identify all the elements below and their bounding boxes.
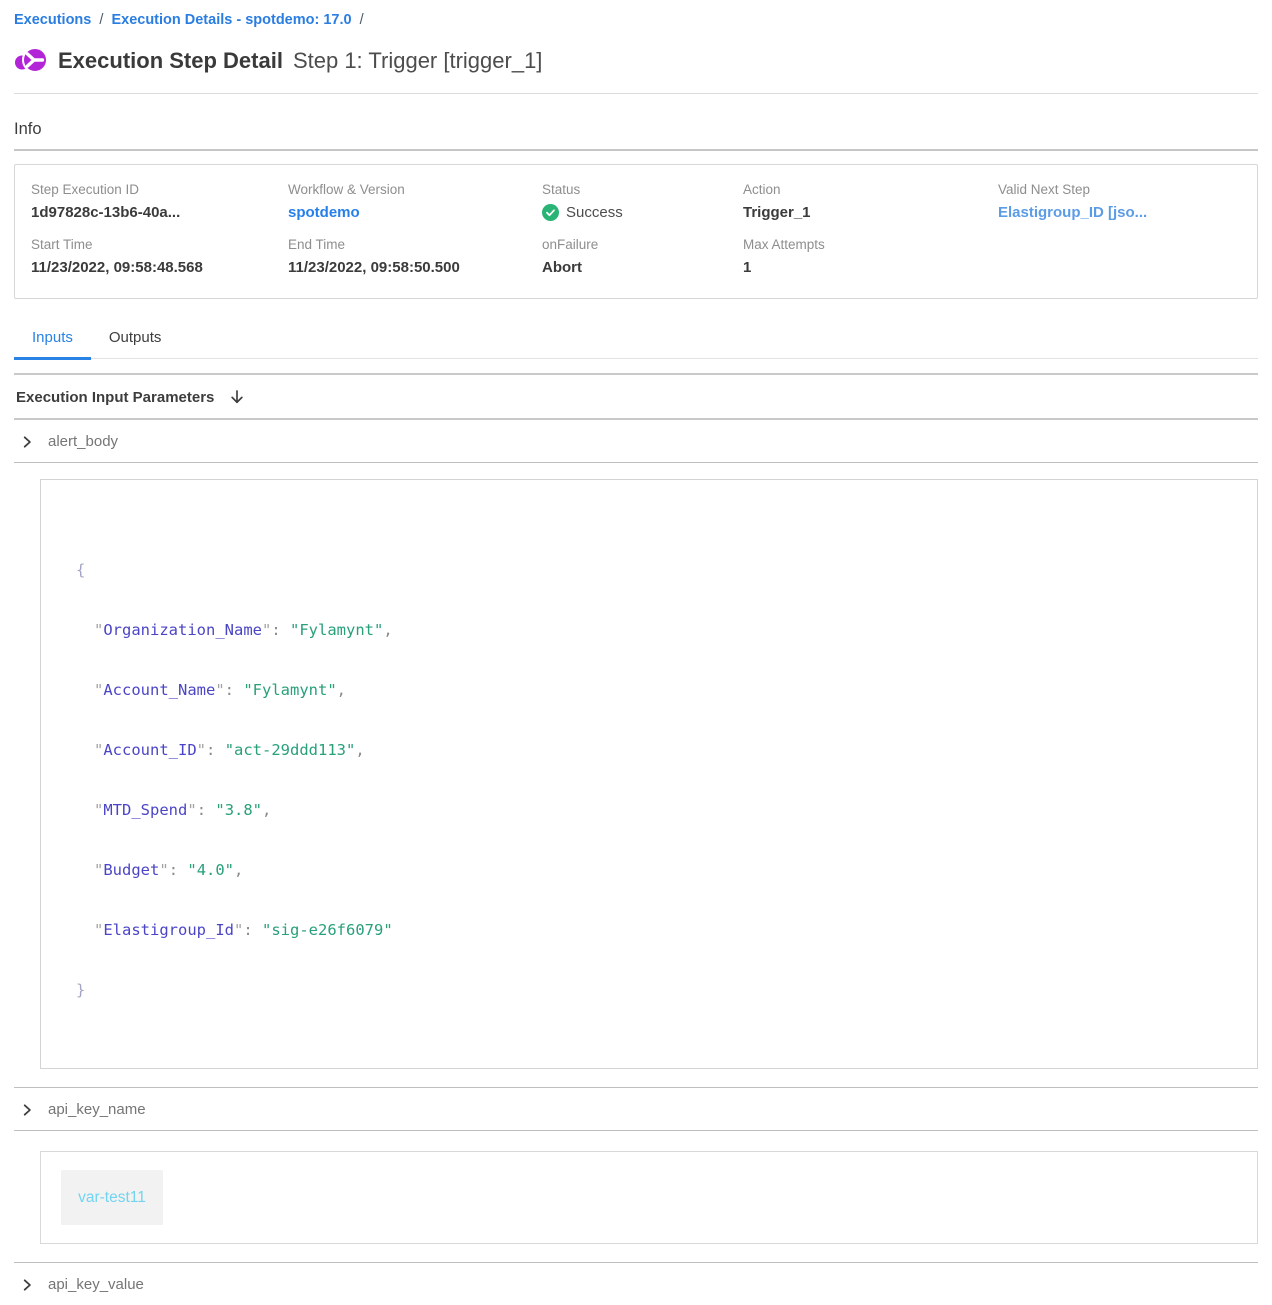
param-row-alert-body[interactable]: alert_body [14, 420, 1258, 462]
field-step-execution-id: Step Execution ID 1d97828c-13b6-40a... [31, 182, 288, 221]
page-subtitle: Step 1: Trigger [trigger_1] [293, 48, 542, 74]
status-badge: Success [542, 204, 743, 221]
field-empty [998, 237, 1247, 276]
field-max-attempts: Max Attempts 1 [743, 237, 998, 276]
success-check-icon [542, 204, 559, 221]
field-start-time: Start Time 11/23/2022, 09:58:48.568 [31, 237, 288, 276]
field-valid-next-step: Valid Next Step Elastigroup_ID [jso... [998, 182, 1247, 221]
field-value: 11/23/2022, 09:58:48.568 [31, 259, 288, 276]
param-row-api-key-name[interactable]: api_key_name [14, 1088, 1258, 1130]
json-entry-budget: "Budget": "4.0", [76, 860, 1237, 880]
chevron-right-icon [20, 1278, 34, 1292]
title-row: Execution Step Detail Step 1: Trigger [t… [14, 44, 1258, 78]
json-entry-organization-name: "Organization_Name": "Fylamynt", [76, 620, 1237, 640]
tab-inputs[interactable]: Inputs [14, 320, 91, 358]
breadcrumb-separator: / [95, 12, 107, 28]
arrow-down-icon[interactable] [228, 388, 246, 406]
field-label: Max Attempts [743, 237, 998, 252]
page-title: Execution Step Detail [58, 48, 283, 74]
info-card-row-1: Step Execution ID 1d97828c-13b6-40a... W… [31, 182, 1247, 221]
breadcrumb-execution-details[interactable]: Execution Details - spotdemo: 17.0 [111, 12, 351, 28]
breadcrumb-trailing-separator: / [356, 12, 368, 28]
status-text: Success [566, 204, 623, 221]
field-action: Action Trigger_1 [743, 182, 998, 221]
field-value: 1 [743, 259, 998, 276]
field-label: End Time [288, 237, 542, 252]
api-key-name-value-panel: var-test11 [40, 1151, 1258, 1244]
json-entry-mtd-spend: "MTD_Spend": "3.8", [76, 800, 1237, 820]
chevron-right-icon [20, 1103, 34, 1117]
field-label: Valid Next Step [998, 182, 1247, 197]
fylamynt-logo-icon [14, 44, 48, 78]
alert-body-json-panel: { "Organization_Name": "Fylamynt", "Acco… [40, 479, 1258, 1069]
workflow-link[interactable]: spotdemo [288, 204, 542, 221]
info-card-row-2: Start Time 11/23/2022, 09:58:48.568 End … [31, 237, 1247, 276]
field-label: Action [743, 182, 998, 197]
execution-input-parameters-header: Execution Input Parameters [14, 375, 1258, 418]
json-open-brace: { [76, 560, 1237, 580]
param-row-api-key-value[interactable]: api_key_value [14, 1263, 1258, 1305]
chevron-right-icon [20, 435, 34, 449]
field-workflow-version: Workflow & Version spotdemo [288, 182, 542, 221]
tab-bar: Inputs Outputs [14, 320, 1258, 359]
field-label: Step Execution ID [31, 182, 288, 197]
field-value: Trigger_1 [743, 204, 998, 221]
execution-input-parameters-title: Execution Input Parameters [16, 389, 214, 406]
field-value: 1d97828c-13b6-40a... [31, 204, 288, 221]
param-name-alert-body: alert_body [48, 433, 118, 450]
info-divider [14, 149, 1258, 151]
field-status: Status Success [542, 182, 743, 221]
json-viewer: { "Organization_Name": "Fylamynt", "Acco… [76, 520, 1237, 1040]
next-step-link[interactable]: Elastigroup_ID [jso... [998, 204, 1247, 221]
row-divider [14, 1130, 1258, 1131]
param-name-api-key-value: api_key_value [48, 1276, 144, 1293]
page: Executions / Execution Details - spotdem… [0, 0, 1272, 1305]
json-entry-account-id: "Account_ID": "act-29ddd113", [76, 740, 1237, 760]
info-card: Step Execution ID 1d97828c-13b6-40a... W… [14, 164, 1258, 299]
field-label: Workflow & Version [288, 182, 542, 197]
field-end-time: End Time 11/23/2022, 09:58:50.500 [288, 237, 542, 276]
json-entry-account-name: "Account_Name": "Fylamynt", [76, 680, 1237, 700]
json-close-brace: } [76, 980, 1237, 1000]
title-divider [14, 93, 1258, 94]
breadcrumb-executions[interactable]: Executions [14, 12, 91, 28]
breadcrumb: Executions / Execution Details - spotdem… [14, 12, 1258, 28]
field-value: Abort [542, 259, 743, 276]
field-onfailure: onFailure Abort [542, 237, 743, 276]
field-label: Start Time [31, 237, 288, 252]
json-entry-elastigroup-id: "Elastigroup_Id": "sig-e26f6079" [76, 920, 1237, 940]
param-name-api-key-name: api_key_name [48, 1101, 146, 1118]
field-value: 11/23/2022, 09:58:50.500 [288, 259, 542, 276]
tab-outputs[interactable]: Outputs [91, 320, 180, 358]
row-divider [14, 462, 1258, 463]
api-key-name-value: var-test11 [61, 1170, 163, 1225]
field-label: onFailure [542, 237, 743, 252]
field-label: Status [542, 182, 743, 197]
info-section-label: Info [14, 120, 1258, 139]
